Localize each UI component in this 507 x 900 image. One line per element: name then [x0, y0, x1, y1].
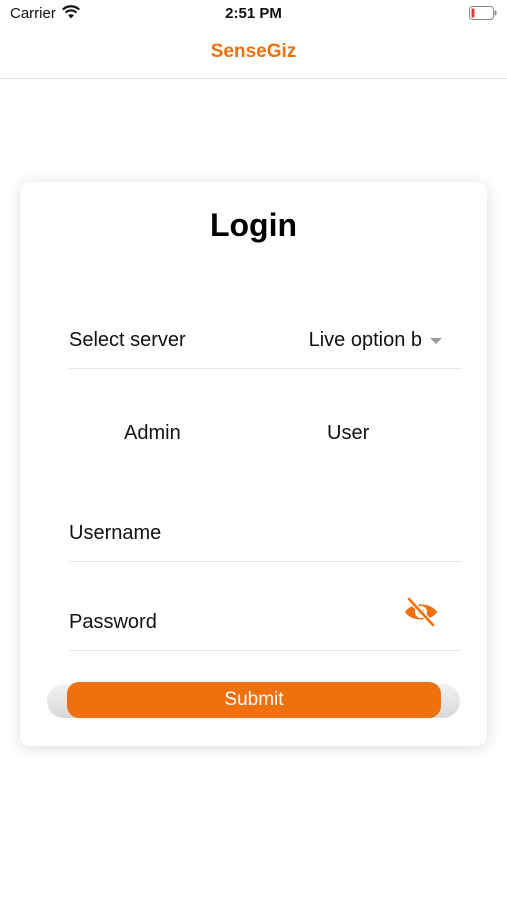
clock: 2:51 PM [225, 5, 282, 22]
login-card: Login Select server Live option b Admin … [20, 182, 487, 746]
username-field[interactable]: Username [69, 502, 462, 562]
navigation-bar: SenseGiz [0, 28, 507, 79]
password-field[interactable]: Password [69, 591, 462, 651]
status-bar: Carrier 2:51 PM [0, 0, 507, 28]
login-heading: Login [209, 207, 298, 243]
server-dropdown-value: Live option b [308, 329, 422, 351]
submit-button[interactable]: Submit [67, 682, 441, 718]
username-label: Username [69, 522, 162, 544]
battery-icon [469, 6, 497, 20]
app-title: SenseGiz [210, 41, 297, 62]
server-label: Select server [69, 329, 186, 351]
server-select-row: Select server Live option b [69, 312, 462, 369]
server-dropdown[interactable]: Live option b [309, 329, 442, 352]
role-user-option[interactable]: User [327, 422, 369, 445]
eye-slash-icon[interactable] [402, 595, 440, 629]
password-label: Password [69, 611, 157, 633]
role-admin-option[interactable]: Admin [124, 422, 181, 445]
chevron-down-icon [430, 337, 442, 344]
